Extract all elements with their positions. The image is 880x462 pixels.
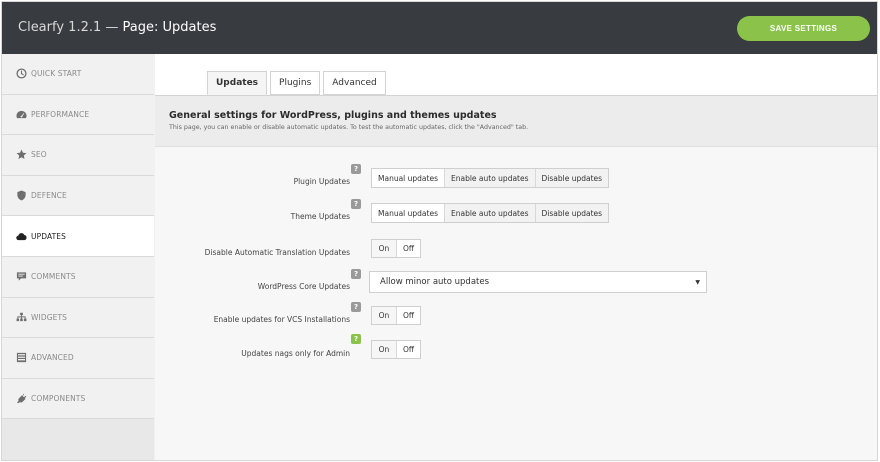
vcs-off-button[interactable]: Off <box>396 307 420 324</box>
sidebar-item-label: PERFORMANCE <box>31 109 90 119</box>
translation-updates-toggle: On Off <box>371 239 421 258</box>
core-updates-value: Allow minor auto updates <box>380 277 490 287</box>
dashboard-icon <box>16 109 27 120</box>
translation-updates-label: Disable Automatic Translation Updates <box>204 248 350 257</box>
vcs-updates-toggle: On Off <box>371 306 421 325</box>
tab-updates[interactable]: Updates <box>207 71 268 95</box>
nags-off-button[interactable]: Off <box>396 341 420 358</box>
plug-icon <box>16 393 27 404</box>
sidebar-item-widgets[interactable]: WIDGETS <box>2 297 154 339</box>
sidebar-item-label: COMPONENTS <box>31 394 86 404</box>
core-updates-label: WordPress Core Updates <box>257 282 350 291</box>
theme-updates-group: Manual updates Enable auto updates Disab… <box>371 203 610 223</box>
app-frame: Clearfy 1.2.1 — Page: Updates SAVE SETTI… <box>1 1 878 461</box>
help-icon[interactable]: ? <box>351 269 361 279</box>
caret-down-icon: ▼ <box>695 279 700 286</box>
theme-enable-auto-updates-button[interactable]: Enable auto updates <box>443 204 535 222</box>
theme-updates-label: Theme Updates <box>290 212 350 221</box>
panel-title: General settings for WordPress, plugins … <box>169 110 497 121</box>
sidebar-item-label: ADVANCED <box>31 353 74 363</box>
app-version: Clearfy 1.2.1 — <box>18 20 119 35</box>
sidebar-item-label: SEO <box>31 150 47 160</box>
theme-disable-updates-button[interactable]: Disable updates <box>534 204 609 222</box>
shield-icon <box>16 190 27 201</box>
help-icon[interactable]: ? <box>351 302 361 312</box>
plugin-updates-label: Plugin Updates <box>293 177 350 186</box>
nags-admin-label: Updates nags only for Admin <box>241 349 350 358</box>
plugin-manual-updates-button[interactable]: Manual updates <box>372 169 444 187</box>
sidebar-item-label: DEFENCE <box>31 191 67 201</box>
sidebar-item-performance[interactable]: PERFORMANCE <box>2 94 154 136</box>
sidebar-item-label: QUICK START <box>31 69 82 79</box>
sidebar-item-label: COMMENTS <box>31 272 76 282</box>
page-name: Page: Updates <box>122 20 217 35</box>
nags-admin-toggle: On Off <box>371 340 421 359</box>
sidebar-item-defence[interactable]: DEFENCE <box>2 175 154 217</box>
panel-header: General settings for WordPress, plugins … <box>155 95 877 147</box>
sidebar-item-updates[interactable]: UPDATES <box>2 216 154 257</box>
theme-manual-updates-button[interactable]: Manual updates <box>372 204 444 222</box>
sidebar: QUICK START PERFORMANCE SEO DEFENCE UPDA… <box>2 54 154 460</box>
save-settings-button[interactable]: SAVE SETTINGS <box>737 16 870 41</box>
clock-icon <box>16 68 27 79</box>
settings-tabs: Updates Plugins Advanced <box>207 71 389 95</box>
plugin-updates-group: Manual updates Enable auto updates Disab… <box>371 168 610 188</box>
translation-off-button[interactable]: Off <box>396 240 420 257</box>
sidebar-item-comments[interactable]: COMMENTS <box>2 256 154 298</box>
page-title: Clearfy 1.2.1 — Page: Updates <box>18 20 216 35</box>
help-icon[interactable]: ? <box>351 199 361 209</box>
plugin-enable-auto-updates-button[interactable]: Enable auto updates <box>443 169 535 187</box>
comment-icon <box>16 271 27 282</box>
vcs-updates-label: Enable updates for VCS Installations <box>213 315 350 324</box>
translation-on-button[interactable]: On <box>372 240 396 257</box>
star-icon <box>16 149 27 160</box>
help-icon[interactable]: ? <box>351 164 361 174</box>
list-icon <box>16 352 27 363</box>
sidebar-item-label: WIDGETS <box>31 312 67 322</box>
nags-on-button[interactable]: On <box>372 341 396 358</box>
panel-description: This page, you can enable or disable aut… <box>169 124 529 131</box>
tab-plugins[interactable]: Plugins <box>270 71 321 95</box>
help-icon[interactable]: ? <box>351 334 361 344</box>
main-content: Updates Plugins Advanced General setting… <box>155 54 877 460</box>
tab-advanced[interactable]: Advanced <box>323 71 386 95</box>
cloud-icon <box>16 231 27 242</box>
vcs-on-button[interactable]: On <box>372 307 396 324</box>
core-updates-select[interactable]: Allow minor auto updates ▼ <box>369 271 707 293</box>
settings-form: ? Plugin Updates Manual updates Enable a… <box>155 147 877 460</box>
sidebar-item-label: UPDATES <box>31 231 66 241</box>
sidebar-item-advanced[interactable]: ADVANCED <box>2 338 154 379</box>
top-header: Clearfy 1.2.1 — Page: Updates SAVE SETTI… <box>2 2 877 54</box>
sidebar-item-quick-start[interactable]: QUICK START <box>2 54 154 95</box>
sitemap-icon <box>16 312 27 323</box>
sidebar-item-components[interactable]: COMPONENTS <box>2 378 154 420</box>
plugin-disable-updates-button[interactable]: Disable updates <box>534 169 609 187</box>
sidebar-item-seo[interactable]: SEO <box>2 135 154 176</box>
